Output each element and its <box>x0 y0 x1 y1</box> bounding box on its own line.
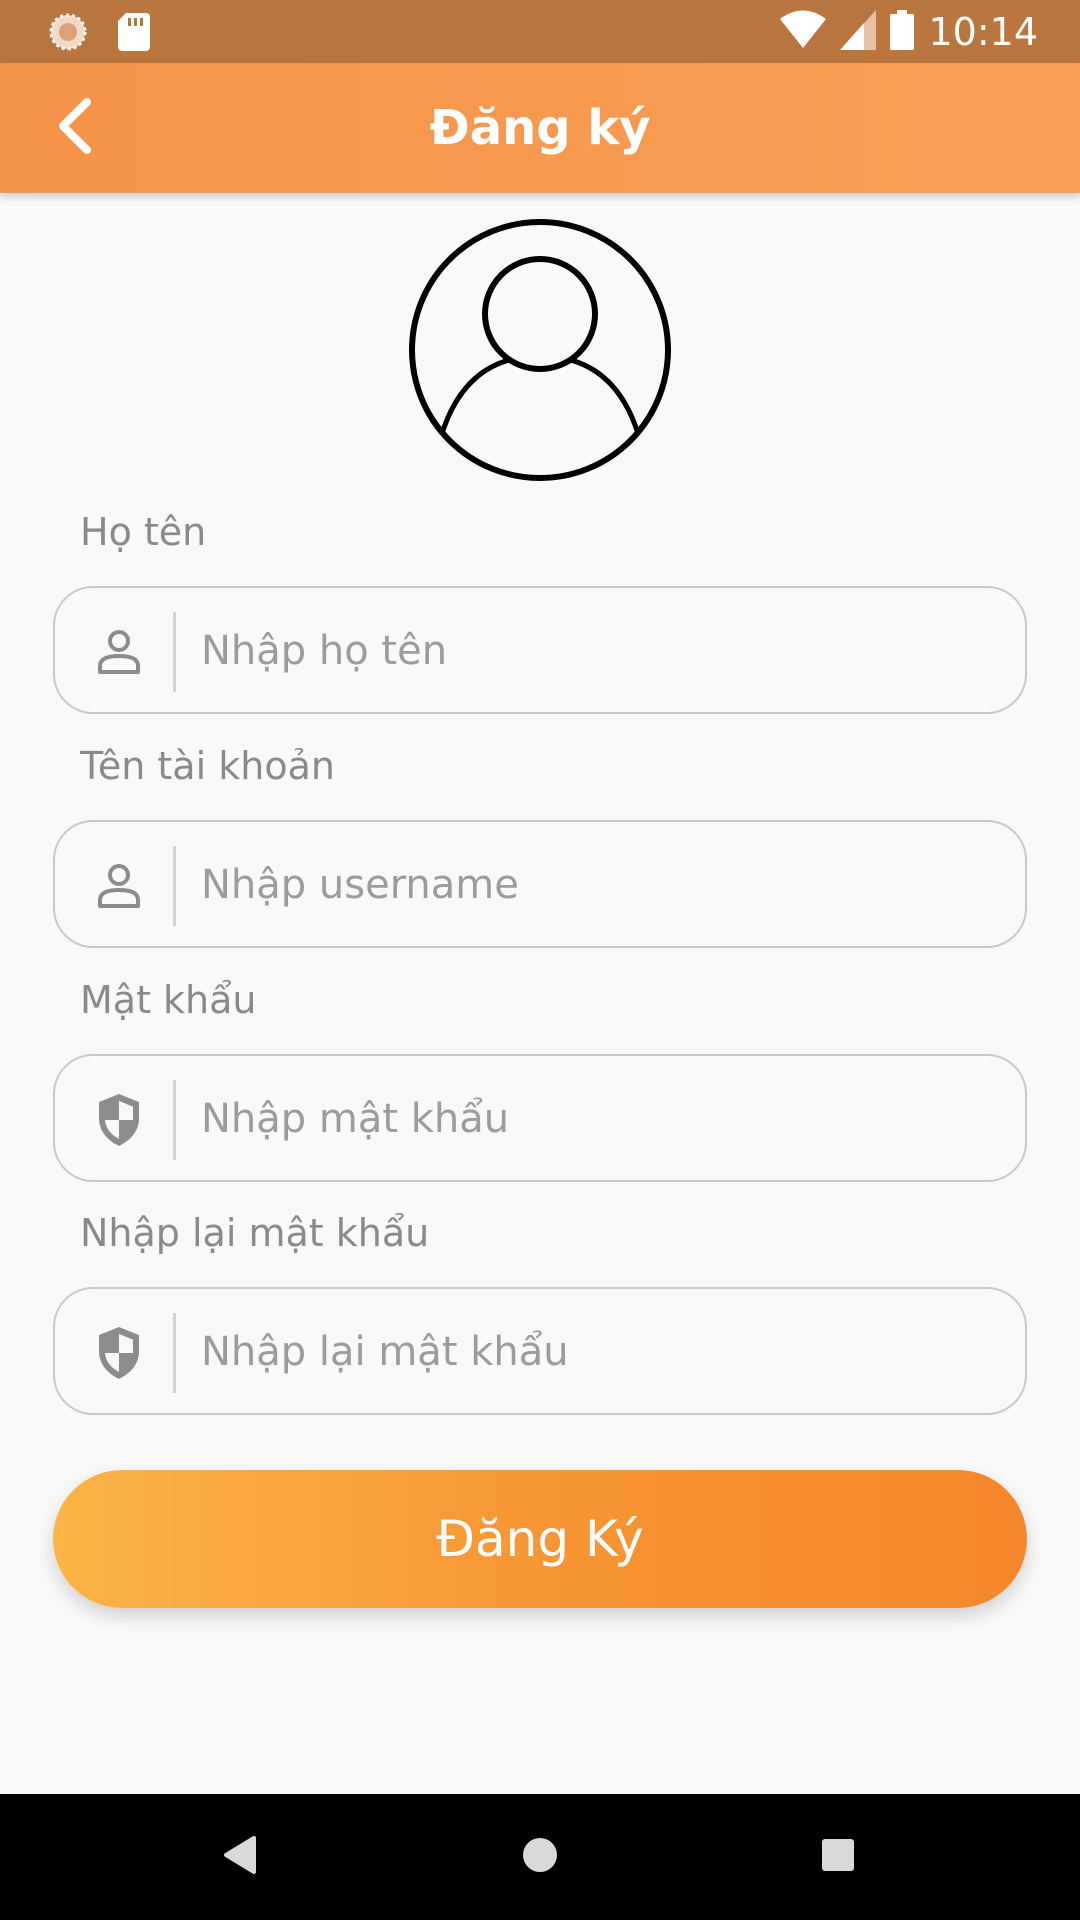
status-time: 10:14 <box>928 10 1038 54</box>
full-name-input[interactable] <box>199 588 1003 714</box>
confirm-password-field[interactable] <box>53 1287 1027 1415</box>
status-right-icons: 10:14 <box>780 8 1038 56</box>
recents-square-icon <box>821 1838 855 1877</box>
username-label: Tên tài khoản <box>80 744 335 788</box>
password-input[interactable] <box>199 1056 1003 1182</box>
field-divider <box>173 1080 176 1160</box>
password-field[interactable] <box>53 1054 1027 1182</box>
nav-back-button[interactable] <box>210 1827 270 1887</box>
back-triangle-icon <box>222 1835 258 1880</box>
register-button[interactable]: Đăng Ký <box>53 1470 1027 1608</box>
shield-icon <box>89 1323 149 1383</box>
full-name-label: Họ tên <box>80 510 207 554</box>
nav-home-button[interactable] <box>510 1827 570 1887</box>
confirm-password-label: Nhập lại mật khẩu <box>80 1211 430 1255</box>
chevron-left-icon <box>55 97 95 159</box>
battery-icon <box>890 9 915 55</box>
field-divider <box>173 612 176 692</box>
app-bar: Đăng ký <box>0 63 1080 193</box>
loading-icon <box>48 12 88 57</box>
status-bar: 10:14 <box>0 0 1080 63</box>
full-name-field[interactable] <box>53 586 1027 714</box>
password-label: Mật khẩu <box>80 978 257 1022</box>
home-circle-icon <box>521 1836 559 1879</box>
navigation-bar <box>0 1794 1080 1920</box>
nav-recents-button[interactable] <box>808 1827 868 1887</box>
signal-icon <box>840 9 877 55</box>
avatar[interactable] <box>408 218 672 482</box>
shield-icon <box>89 1090 149 1150</box>
user-circle-icon <box>408 219 672 486</box>
wifi-icon <box>780 10 827 55</box>
page-title: Đăng ký <box>429 100 651 156</box>
status-left-icons <box>48 12 150 57</box>
person-icon <box>89 856 149 916</box>
username-field[interactable] <box>53 820 1027 948</box>
sd-card-icon <box>118 13 150 56</box>
confirm-password-input[interactable] <box>199 1289 1003 1415</box>
field-divider <box>173 1313 176 1393</box>
field-divider <box>173 846 176 926</box>
person-icon <box>89 622 149 682</box>
back-button[interactable] <box>40 93 110 163</box>
username-input[interactable] <box>199 822 1003 948</box>
